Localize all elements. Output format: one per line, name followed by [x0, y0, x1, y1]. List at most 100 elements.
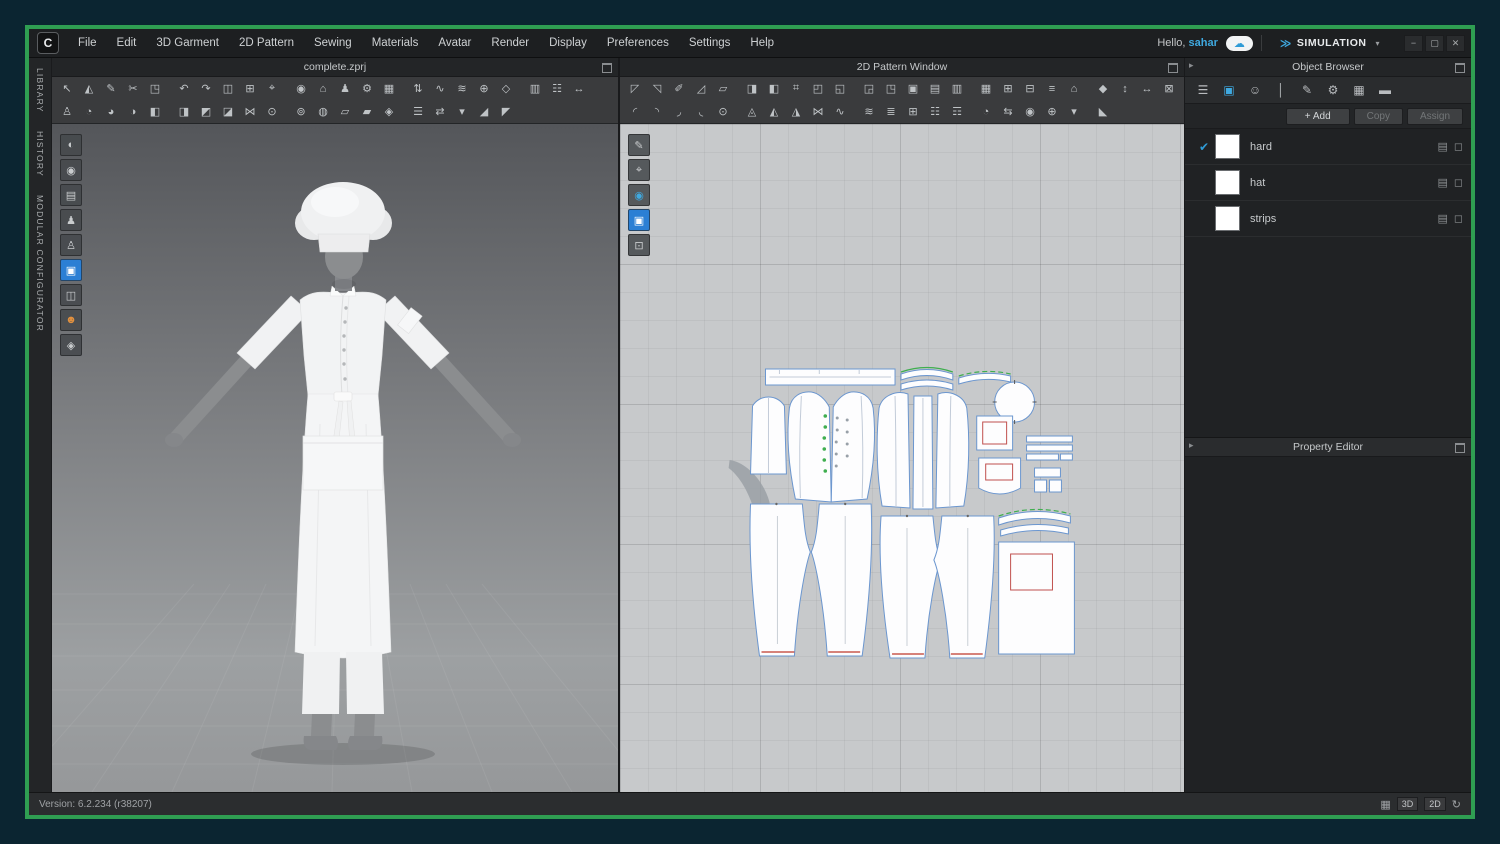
menu-item[interactable]: 3D Garment	[147, 33, 228, 53]
toolbar-icon[interactable]: ◔	[80, 103, 98, 121]
maximize-button[interactable]: ▢	[1425, 34, 1444, 52]
check-icon[interactable]: ✔	[1193, 140, 1215, 154]
toolbar-icon[interactable]: ▰	[358, 103, 376, 121]
assign-button[interactable]: Assign	[1406, 107, 1463, 125]
object-browser-tab-icon[interactable]: ☺	[1245, 80, 1265, 100]
toolbar-icon[interactable]: ◉	[1021, 103, 1039, 121]
view-2d-button[interactable]: 2D	[1424, 797, 1446, 811]
toolbar-icon[interactable]: ◭	[80, 80, 98, 98]
toolbar-icon[interactable]: ▤	[926, 80, 944, 98]
toolbar-icon[interactable]: ◱	[831, 80, 849, 98]
pattern-tool-icon[interactable]: ⌖	[628, 159, 650, 181]
toolbar-icon[interactable]: ◑	[124, 103, 142, 121]
toolbar-icon[interactable]: ◨	[743, 80, 761, 98]
color-swatch[interactable]	[1215, 170, 1240, 195]
toolbar-icon[interactable]: ▥	[526, 80, 544, 98]
toolbar-icon[interactable]: ◸	[626, 80, 644, 98]
toolbar-icon[interactable]: ◳	[882, 80, 900, 98]
toolbar-icon[interactable]: ⌗	[787, 80, 805, 98]
panel-arrow-icon[interactable]: ▸	[1189, 60, 1194, 71]
toolbar-icon[interactable]: ⚙	[358, 80, 376, 98]
cloud-sync-icon[interactable]: ☁	[1225, 35, 1253, 51]
display-toggle-icon[interactable]: ◐	[60, 134, 82, 156]
toolbar-icon[interactable]: ◈	[380, 103, 398, 121]
toolbar-icon[interactable]: ◹	[648, 80, 666, 98]
display-toggle-icon[interactable]: ☻	[60, 309, 82, 331]
toolbar-icon[interactable]: ▥	[948, 80, 966, 98]
toolbar-icon[interactable]: ≡	[1043, 80, 1061, 98]
toolbar-icon[interactable]: ◍	[314, 103, 332, 121]
toolbar-icon[interactable]: ↕	[1116, 80, 1134, 98]
toolbar-icon[interactable]: ↷	[197, 80, 215, 98]
toolbar-icon[interactable]: ▱	[714, 80, 732, 98]
toolbar-icon[interactable]: ∿	[431, 80, 449, 98]
color-swatch[interactable]	[1215, 206, 1240, 231]
toolbar-icon[interactable]: ◜	[626, 103, 644, 121]
toolbar-icon[interactable]: ◿	[692, 80, 710, 98]
toolbar-icon[interactable]: ☰	[409, 103, 427, 121]
sidebar-tab-library[interactable]: LIBRARY	[35, 68, 45, 113]
toolbar-icon[interactable]: ☶	[948, 103, 966, 121]
toolbar-icon[interactable]: ↔	[570, 80, 588, 98]
toolbar-icon[interactable]: ◢	[475, 103, 493, 121]
object-list-item[interactable]: hat ▤ ◻	[1185, 165, 1471, 201]
toolbar-icon[interactable]: ◰	[809, 80, 827, 98]
display-toggle-icon[interactable]: ▣	[60, 259, 82, 281]
display-toggle-icon[interactable]: ◈	[60, 334, 82, 356]
menu-item[interactable]: Help	[741, 33, 783, 53]
minimize-button[interactable]: −	[1404, 34, 1423, 52]
toolbar-icon[interactable]: ✂	[124, 80, 142, 98]
toolbar-icon[interactable]: ◞	[670, 103, 688, 121]
toolbar-icon[interactable]: ≣	[882, 103, 900, 121]
object-browser-tab-icon[interactable]: │	[1271, 80, 1291, 100]
toolbar-icon[interactable]: ≋	[860, 103, 878, 121]
popout-icon[interactable]	[1455, 63, 1465, 73]
toolbar-icon[interactable]: ⋈	[809, 103, 827, 121]
display-toggle-icon[interactable]: ♟	[60, 209, 82, 231]
toolbar-icon[interactable]: ◧	[765, 80, 783, 98]
toolbar-icon[interactable]: ⊙	[263, 103, 281, 121]
object-browser-tab-icon[interactable]: ☰	[1193, 80, 1213, 100]
close-button[interactable]: ✕	[1446, 34, 1465, 52]
toolbar-icon[interactable]: ▦	[380, 80, 398, 98]
toolbar-icon[interactable]: ◲	[860, 80, 878, 98]
menu-item[interactable]: Sewing	[305, 33, 361, 53]
menu-item[interactable]: Settings	[680, 33, 740, 53]
object-browser-tab-icon[interactable]: ▦	[1349, 80, 1369, 100]
display-toggle-icon[interactable]: ♙	[60, 234, 82, 256]
toolbar-icon[interactable]: ≋	[453, 80, 471, 98]
toolbar-icon[interactable]: ⌂	[314, 80, 332, 98]
toolbar-icon[interactable]: ✎	[102, 80, 120, 98]
object-list-item[interactable]: strips ▤ ◻	[1185, 201, 1471, 237]
viewport-2d[interactable]: ✎ ⌖ ◉ ▣ ⊡	[620, 124, 1184, 792]
box-icon[interactable]: ◻	[1454, 140, 1463, 153]
toolbar-icon[interactable]: ♟	[336, 80, 354, 98]
sidebar-tab-modular-configurator[interactable]: MODULAR CONFIGURATOR	[35, 195, 45, 332]
toolbar-icon[interactable]: ⊞	[904, 103, 922, 121]
toolbar-icon[interactable]: ✐	[670, 80, 688, 98]
pattern-tool-icon[interactable]: ▣	[628, 209, 650, 231]
toolbar-icon[interactable]: ↶	[175, 80, 193, 98]
menu-item[interactable]: Display	[540, 33, 596, 53]
menu-item[interactable]: 2D Pattern	[230, 33, 303, 53]
toolbar-icon[interactable]: ⊙	[714, 103, 732, 121]
view-3d-button[interactable]: 3D	[1396, 797, 1419, 811]
toolbar-icon[interactable]: ◟	[692, 103, 710, 121]
toolbar-icon[interactable]: ▾	[453, 103, 471, 121]
toolbar-icon[interactable]: ◫	[219, 80, 237, 98]
toolbar-icon[interactable]: ↔	[1138, 80, 1156, 98]
toolbar-icon[interactable]: ◆	[1094, 80, 1112, 98]
object-browser-tab-icon[interactable]: ▣	[1219, 80, 1239, 100]
toolbar-icon[interactable]: ◕	[102, 103, 120, 121]
panel-arrow-icon[interactable]: ▸	[1189, 440, 1194, 451]
app-logo-icon[interactable]: C	[37, 32, 59, 54]
toolbar-icon[interactable]: ↖	[58, 80, 76, 98]
username[interactable]: sahar	[1189, 37, 1218, 49]
toolbar-icon[interactable]: ◬	[743, 103, 761, 121]
toolbar-icon[interactable]: ▾	[1065, 103, 1083, 121]
sidebar-tab-history[interactable]: HISTORY	[35, 131, 45, 177]
toolbar-icon[interactable]: ⌖	[263, 80, 281, 98]
toolbar-icon[interactable]: ◨	[175, 103, 193, 121]
toolbar-icon[interactable]: ⊞	[241, 80, 259, 98]
simulation-button[interactable]: ≫ SIMULATION ▾	[1270, 37, 1390, 50]
